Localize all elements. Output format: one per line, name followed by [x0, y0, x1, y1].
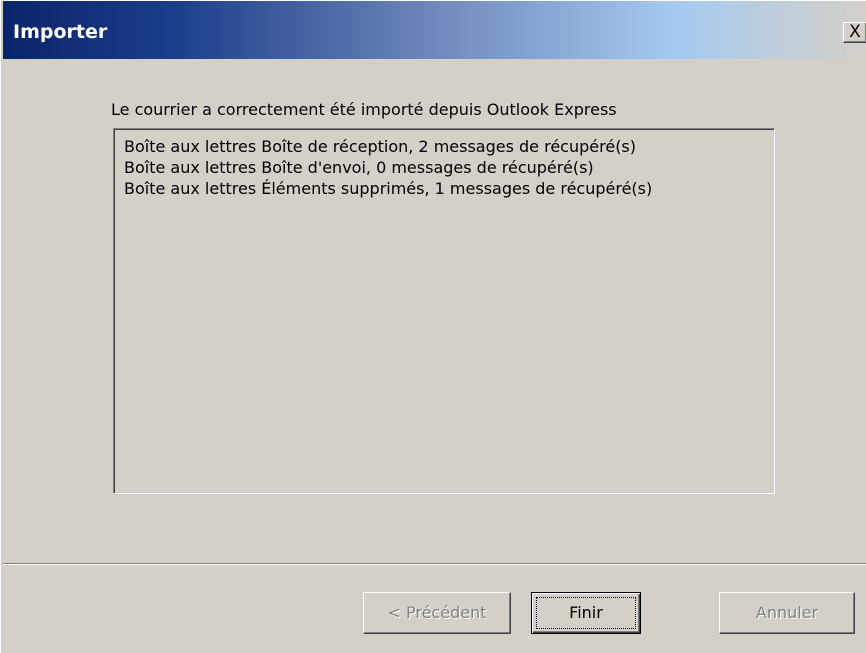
window-title: Importer [13, 21, 108, 43]
finish-button[interactable]: Finir [531, 592, 641, 634]
button-separator [3, 563, 866, 565]
title-bar: Importer X [3, 1, 866, 59]
log-line: Boîte aux lettres Boîte de réception, 2 … [124, 137, 637, 156]
import-dialog: Importer X Le courrier a correctement ét… [0, 0, 866, 653]
log-line: Boîte aux lettres Éléments supprimés, 1 … [124, 179, 653, 198]
close-icon: X [849, 22, 861, 42]
close-button[interactable]: X [843, 22, 866, 43]
previous-button-label: < Précédent [387, 603, 487, 622]
log-line: Boîte aux lettres Boîte d'envoi, 0 messa… [124, 158, 594, 177]
previous-button[interactable]: < Précédent [363, 592, 511, 634]
import-log-list[interactable]: Boîte aux lettres Boîte de réception, 2 … [113, 128, 775, 494]
cancel-button[interactable]: Annuler [719, 592, 855, 634]
import-status-message: Le courrier a correctement été importé d… [111, 100, 617, 119]
cancel-button-label: Annuler [755, 603, 819, 622]
finish-button-label: Finir [569, 603, 603, 622]
